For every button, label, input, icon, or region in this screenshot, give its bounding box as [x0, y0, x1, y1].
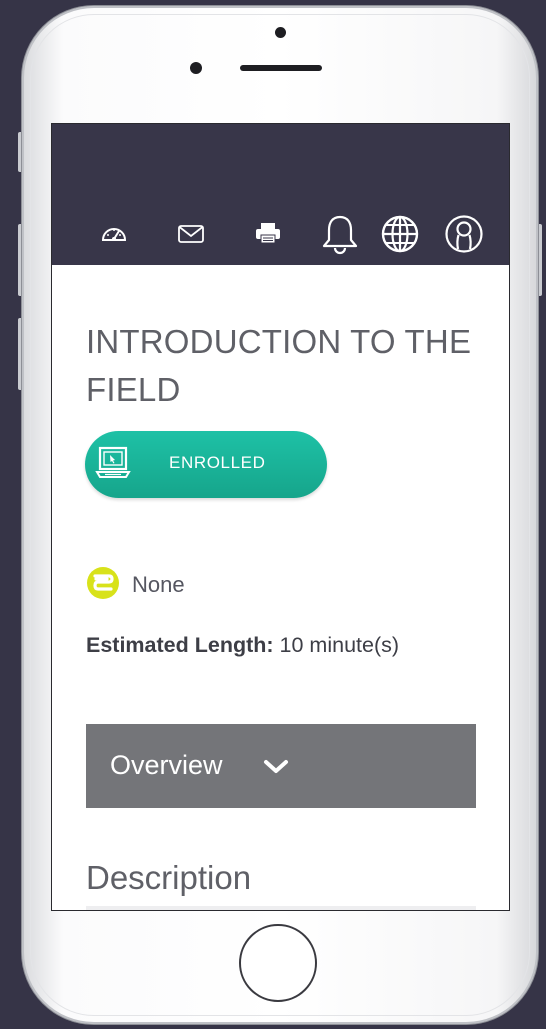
credit-icon	[85, 565, 121, 605]
print-icon[interactable]	[254, 221, 282, 245]
chevron-down-icon	[263, 758, 289, 780]
overview-label: Overview	[110, 750, 223, 780]
estimated-length-label: Estimated Length:	[86, 633, 274, 657]
proximity-sensor	[190, 62, 202, 74]
app-screen: INTRODUCTION TO THE FIELD ENROLLED None …	[51, 123, 510, 911]
enrolled-button[interactable]: ENROLLED	[85, 431, 327, 498]
device-mockup: INTRODUCTION TO THE FIELD ENROLLED None …	[0, 0, 546, 1029]
top-nav-bar	[52, 124, 509, 265]
estimated-length-value: 10 minute(s)	[279, 633, 400, 657]
credit-value: None	[132, 572, 185, 597]
description-divider	[86, 906, 476, 910]
earpiece-speaker	[240, 65, 322, 71]
overview-toggle[interactable]: Overview	[86, 724, 476, 808]
description-heading: Description	[86, 859, 252, 896]
course-title: INTRODUCTION TO THE FIELD	[86, 323, 472, 408]
dashboard-icon[interactable]	[100, 221, 128, 245]
bell-icon[interactable]	[320, 213, 360, 255]
home-button[interactable]	[239, 924, 317, 1002]
enrolled-label: ENROLLED	[169, 453, 266, 472]
front-camera	[275, 27, 286, 38]
user-icon[interactable]	[444, 214, 484, 254]
mail-icon[interactable]	[177, 224, 205, 244]
estimated-length: Estimated Length: 10 minute(s)	[86, 633, 399, 658]
globe-icon[interactable]	[380, 214, 420, 254]
laptop-icon	[95, 445, 133, 485]
